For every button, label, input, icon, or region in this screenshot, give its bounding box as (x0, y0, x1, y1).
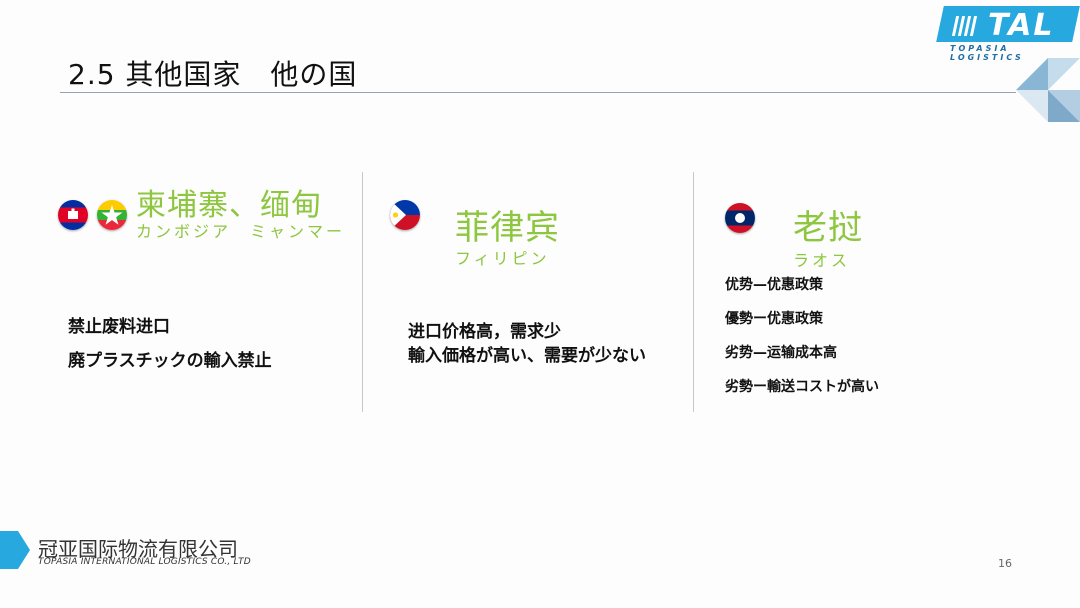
column-divider (693, 172, 694, 412)
text-line: 輸入価格が高い、需要が少ない (408, 346, 646, 366)
philippines-flag-icon (390, 200, 420, 230)
heading-philippines-cn: 菲律宾 (455, 208, 560, 248)
text-line: 廃プラスチックの輸入禁止 (68, 351, 272, 371)
heading-philippines-jp: フィリピン (455, 249, 550, 268)
logo-text: TAL (988, 8, 1055, 43)
tal-logo: TAL TOPASIA LOGISTICS (936, 6, 1080, 62)
page-title: 2.5 其他国家 他の国 (68, 58, 358, 91)
laos-flag-icon (725, 203, 755, 233)
cambodia-flag-icon (58, 200, 88, 230)
company-name-en: TOPASIA INTERNATIONAL LOGISTICS CO., LTD (38, 557, 251, 567)
text-line: 进口价格高，需求少 (408, 322, 561, 342)
heading-laos-jp: ラオス (793, 251, 851, 270)
logo-stripes-icon (951, 16, 980, 36)
column-divider (362, 172, 363, 412)
text-line: 劣势—运输成本高 (725, 345, 837, 361)
page-number: 16 (998, 557, 1012, 570)
decorative-triangles-icon (1016, 58, 1080, 122)
title-divider (60, 92, 1016, 93)
heading-cambodia-myanmar-jp: カンボジア ミャンマー (136, 222, 346, 241)
heading-laos-cn: 老挝 (793, 208, 863, 248)
text-line: 禁止废料进口 (68, 317, 170, 337)
text-line: 劣勢ー輸送コストが高い (725, 379, 879, 395)
myanmar-flag-icon (97, 200, 127, 230)
text-line: 优势—优惠政策 (725, 277, 823, 293)
slide: TAL TOPASIA LOGISTICS 2.5 其他国家 他の国 柬埔寨、缅… (0, 0, 1080, 608)
company-logo-icon (0, 531, 30, 569)
text-line: 優勢ー优惠政策 (725, 311, 823, 327)
